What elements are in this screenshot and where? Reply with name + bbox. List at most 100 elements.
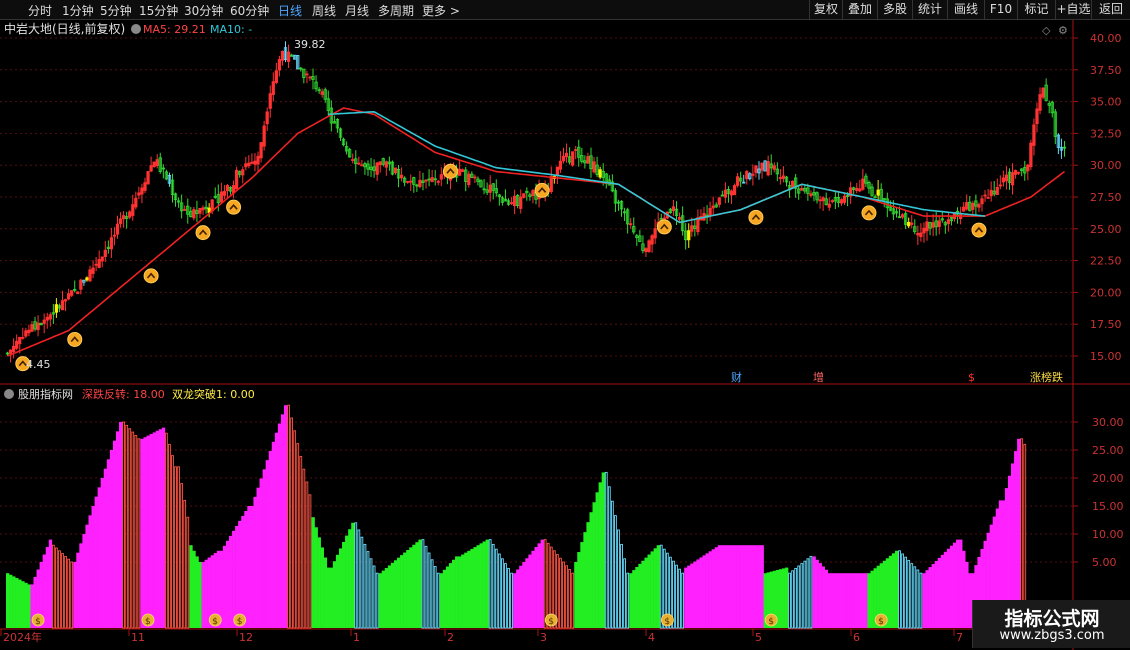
candle-body bbox=[97, 259, 101, 268]
candle-body bbox=[375, 162, 379, 175]
indicator-bar bbox=[323, 557, 328, 628]
indicator-bar bbox=[253, 496, 257, 628]
indicator-bar bbox=[24, 582, 28, 628]
indicator-tick-label: 10.00 bbox=[1092, 528, 1124, 541]
event-marker-dollar[interactable]: $ bbox=[968, 371, 975, 384]
indicator-settings-icon[interactable] bbox=[4, 389, 14, 399]
indicator-bar bbox=[754, 545, 758, 628]
candle-body bbox=[256, 155, 260, 165]
event-marker-ranking[interactable]: 涨榜跌 bbox=[1030, 370, 1063, 384]
candle-body bbox=[118, 218, 123, 225]
toolbar-button[interactable]: 复权 bbox=[809, 0, 842, 19]
candle-body bbox=[268, 93, 272, 109]
indicator-bar bbox=[687, 565, 691, 628]
candle-body bbox=[708, 207, 712, 216]
indicator-bar bbox=[531, 550, 535, 628]
indicator-bar bbox=[18, 579, 22, 628]
toolbar-button[interactable]: F10 bbox=[984, 0, 1017, 19]
toolbar-button[interactable]: 统计 bbox=[912, 0, 947, 19]
toolbar-button[interactable]: 标记 bbox=[1017, 0, 1055, 19]
toolbar-button[interactable]: 叠加 bbox=[842, 0, 877, 19]
candle-body bbox=[986, 197, 990, 199]
candle-body bbox=[146, 171, 150, 185]
indicator-bar bbox=[381, 570, 386, 628]
indicator-bar bbox=[390, 562, 395, 628]
indicator-bar bbox=[140, 438, 144, 628]
candle-body bbox=[85, 277, 89, 281]
candle-body bbox=[131, 204, 135, 216]
indicator-bar bbox=[103, 468, 108, 628]
candle-body bbox=[1017, 171, 1021, 174]
indicator-bar bbox=[485, 539, 489, 628]
indicator-bar bbox=[537, 543, 541, 628]
indicator-bar bbox=[149, 434, 153, 628]
candle-body bbox=[965, 202, 969, 210]
candle-body bbox=[998, 184, 1002, 187]
indicator-bar bbox=[479, 543, 483, 628]
low-price-label: 4.45 bbox=[26, 358, 51, 371]
toolbar-button[interactable]: 多股 bbox=[877, 0, 912, 19]
month-label: 2024年 bbox=[3, 630, 42, 644]
candle-body bbox=[143, 182, 147, 191]
timeframe-tab[interactable]: 1分钟 bbox=[62, 2, 94, 19]
timeframe-tab[interactable]: 更多 > bbox=[422, 2, 460, 19]
candle-body bbox=[946, 219, 951, 225]
candle-body bbox=[809, 193, 813, 196]
timeframe-tab[interactable]: 月线 bbox=[345, 2, 369, 19]
indicator-bar bbox=[458, 556, 462, 628]
candle-body bbox=[717, 197, 721, 205]
candle-body bbox=[1041, 87, 1045, 98]
timeframe-tab[interactable]: 5分钟 bbox=[100, 2, 132, 19]
event-marker-finance[interactable]: 财 bbox=[731, 370, 742, 384]
candle-body bbox=[931, 222, 935, 228]
candle-body bbox=[531, 190, 535, 196]
candle-body bbox=[409, 180, 413, 183]
indicator-bar bbox=[342, 542, 346, 628]
candle-body bbox=[67, 293, 71, 300]
indicator-bar bbox=[965, 562, 969, 628]
candle-body bbox=[70, 290, 74, 296]
indicator-bar bbox=[198, 562, 202, 628]
timeframe-tab[interactable]: 分时 bbox=[28, 2, 52, 19]
toolbar-button[interactable]: 返回 bbox=[1091, 0, 1130, 19]
timeframe-tab[interactable]: 60分钟 bbox=[230, 2, 269, 19]
event-marker-increase[interactable]: 增 bbox=[813, 370, 824, 384]
indicator-bar bbox=[702, 555, 706, 628]
candle-body bbox=[42, 319, 46, 324]
indicator-bar bbox=[833, 573, 838, 628]
price-tick-label: 22.50 bbox=[1090, 255, 1122, 268]
buy-signal-icon bbox=[195, 225, 211, 241]
toolbar-button[interactable]: +自选 bbox=[1055, 0, 1091, 19]
candle-body bbox=[280, 50, 285, 61]
settings-icon[interactable] bbox=[131, 24, 141, 34]
indicator-bar bbox=[592, 502, 596, 628]
indicator-bar bbox=[733, 545, 737, 628]
indicator-bar bbox=[106, 459, 111, 628]
high-price-label: 39.82 bbox=[294, 38, 326, 51]
toolbar-button[interactable]: 画线 bbox=[947, 0, 984, 19]
candle-body bbox=[922, 227, 926, 234]
diamond-icon[interactable]: ◇ bbox=[1042, 24, 1051, 37]
ma10-label: MA10: - bbox=[210, 23, 252, 36]
candle-body bbox=[271, 81, 275, 95]
timeframe-tab[interactable]: 周线 bbox=[312, 2, 336, 19]
candle-body bbox=[430, 177, 434, 183]
indicator-bar bbox=[583, 532, 587, 628]
candle-body bbox=[519, 196, 523, 209]
indicator-bar bbox=[852, 573, 856, 628]
indicator-bar bbox=[439, 573, 444, 628]
candle-body bbox=[687, 230, 691, 241]
timeframe-tab[interactable]: 日线 bbox=[278, 2, 302, 19]
candle-body bbox=[745, 171, 749, 180]
indicator-bar bbox=[888, 555, 893, 628]
indicator-bar bbox=[525, 558, 529, 628]
timeframe-tab[interactable]: 多周期 bbox=[378, 2, 414, 19]
candle-body bbox=[754, 165, 758, 174]
indicator-tick-label: 25.00 bbox=[1092, 444, 1124, 457]
settings-gear-icon[interactable]: ⚙ bbox=[1058, 24, 1068, 37]
timeframe-tab[interactable]: 15分钟 bbox=[139, 2, 178, 19]
indicator-bar bbox=[745, 545, 749, 628]
timeframe-tab[interactable]: 30分钟 bbox=[184, 2, 223, 19]
indicator-bar bbox=[757, 545, 761, 628]
indicator-bar bbox=[204, 559, 208, 628]
